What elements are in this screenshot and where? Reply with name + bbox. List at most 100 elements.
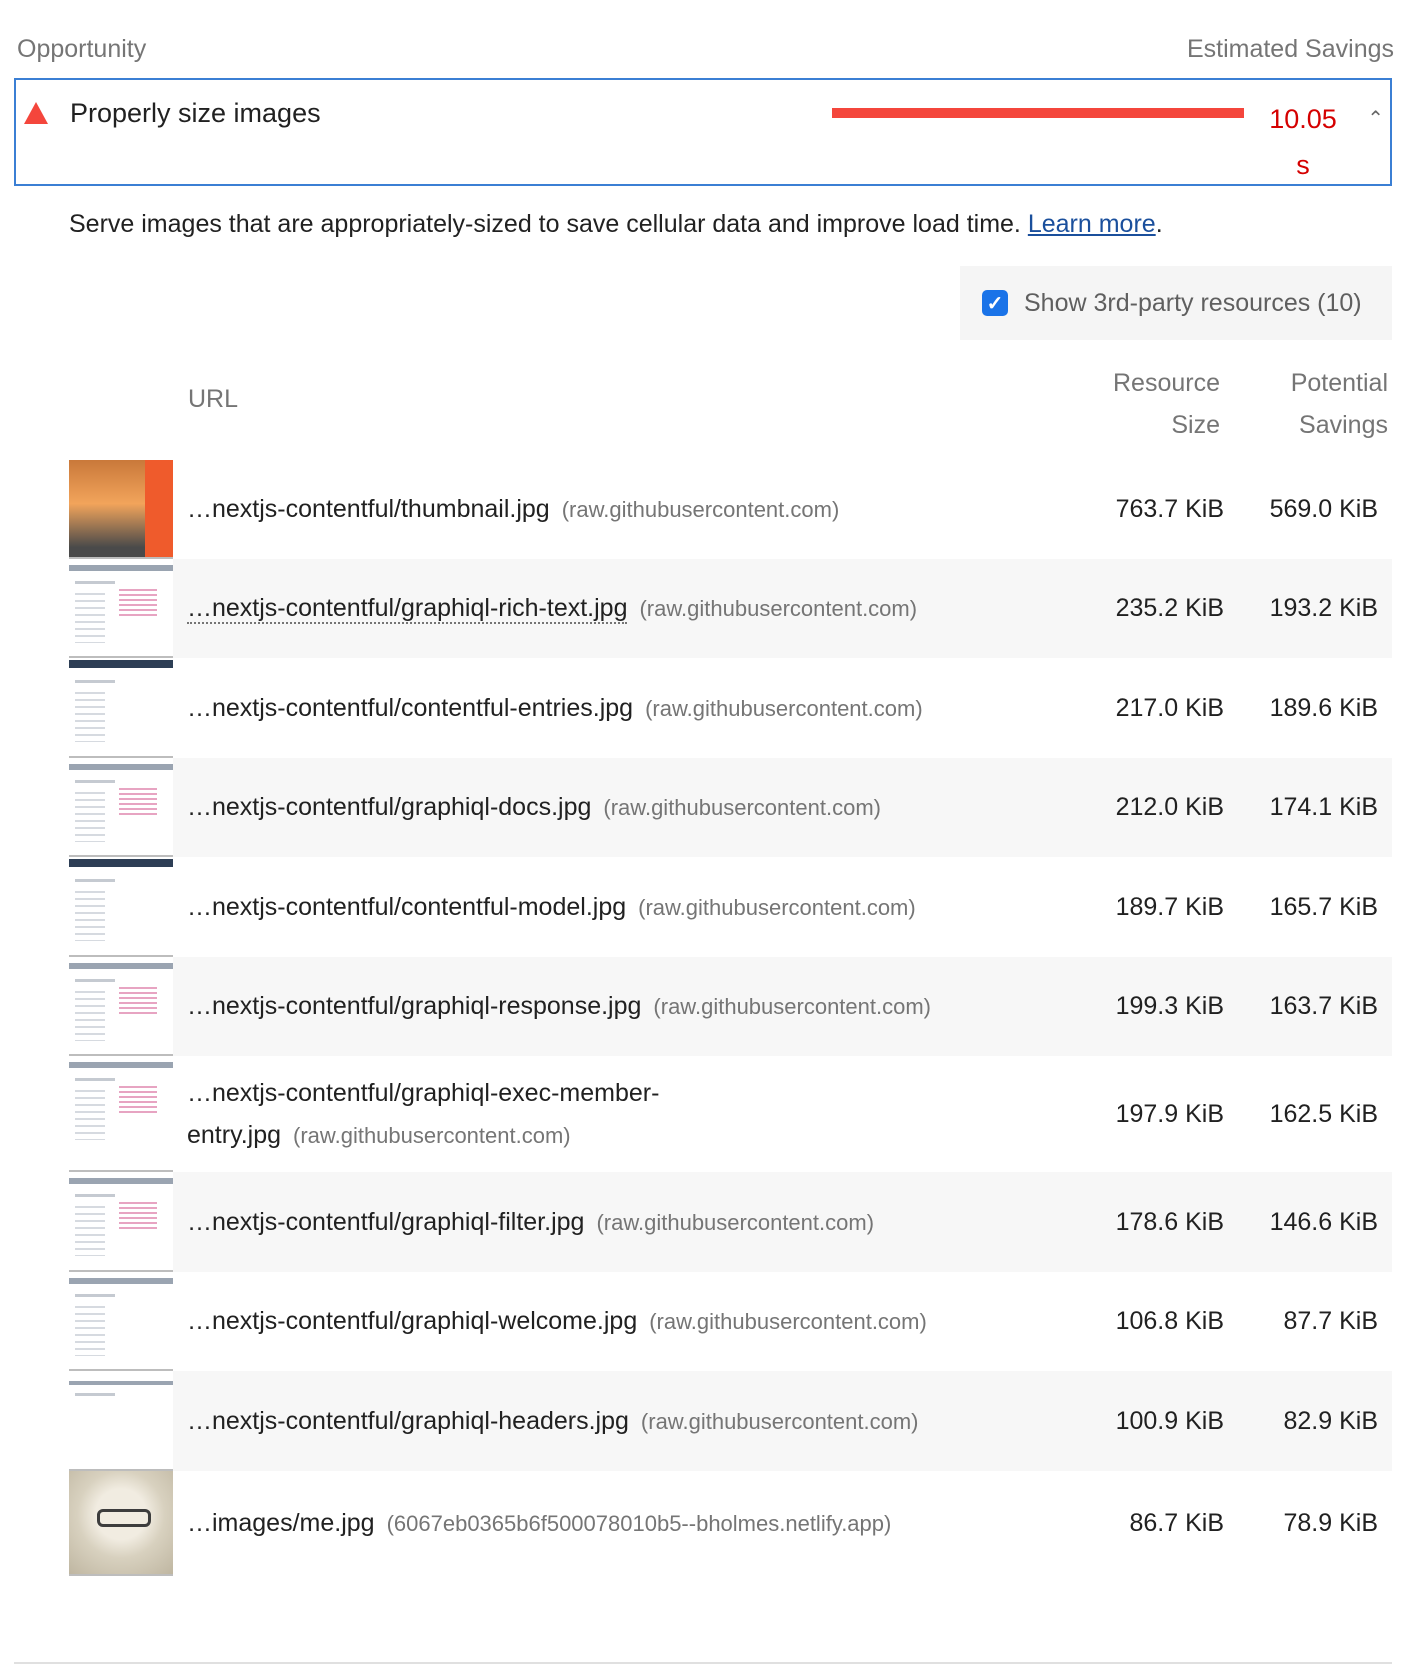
resource-size-cell: 197.9 KiB xyxy=(1115,1099,1224,1128)
resource-size-cell: 178.6 KiB xyxy=(1115,1207,1224,1236)
potential-savings-cell: 78.9 KiB xyxy=(1283,1509,1378,1537)
url-origin: (raw.githubusercontent.com) xyxy=(293,1122,571,1148)
potential-savings-cell: 193.2 KiB xyxy=(1269,594,1378,622)
column-size-line2: Size xyxy=(1171,411,1220,439)
url-origin: (raw.githubusercontent.com) xyxy=(596,1209,875,1235)
estimated-savings-header: Estimated Savings xyxy=(1186,35,1394,63)
thumbnail-image xyxy=(69,1272,173,1371)
description-period: . xyxy=(1155,210,1163,238)
thumbnail-image xyxy=(69,1371,173,1471)
url-cell[interactable]: …nextjs-contentful/contentful-entries.jp… xyxy=(173,687,1064,730)
url-cell[interactable]: …nextjs-contentful/graphiql-rich-text.jp… xyxy=(173,587,1064,630)
potential-savings-cell: 165.7 KiB xyxy=(1269,892,1378,921)
opportunity-header: Opportunity xyxy=(17,35,147,63)
url-origin: (raw.githubusercontent.com) xyxy=(649,1309,927,1334)
url-cell[interactable]: …nextjs-contentful/graphiql-exec-member-… xyxy=(173,1072,719,1157)
thumbnail-image xyxy=(69,658,173,758)
fail-triangle-icon xyxy=(24,102,48,124)
checkbox-checked-icon[interactable]: ✓ xyxy=(982,290,1008,316)
url-path: …nextjs-contentful/graphiql-response.jpg xyxy=(187,992,642,1020)
potential-savings-cell: 162.5 KiB xyxy=(1269,1099,1378,1128)
resource-size-cell: 106.8 KiB xyxy=(1115,1307,1224,1335)
potential-savings-cell: 146.6 KiB xyxy=(1269,1207,1378,1236)
url-cell[interactable]: …nextjs-contentful/graphiql-filter.jpg (r… xyxy=(173,1201,1064,1244)
resource-size-cell: 100.9 KiB xyxy=(1115,1406,1224,1435)
url-path: …nextjs-contentful/graphiql-welcome.jpg xyxy=(187,1307,638,1335)
savings-bar xyxy=(832,108,1244,118)
thumbnail-image xyxy=(69,857,173,957)
divider xyxy=(14,1662,1392,1664)
table-row: …nextjs-contentful/contentful-model.jpg (… xyxy=(69,857,1392,957)
url-path: …nextjs-contentful/contentful-entries.jp… xyxy=(187,693,634,722)
resources-table: …nextjs-contentful/thumbnail.jpg (raw.git… xyxy=(69,460,1392,1576)
potential-savings-cell: 87.7 KiB xyxy=(1283,1307,1378,1335)
column-size-line1: Resource xyxy=(1113,369,1220,397)
table-row: …nextjs-contentful/graphiql-welcome.jpg (… xyxy=(69,1272,1392,1371)
resource-size-cell: 199.3 KiB xyxy=(1115,992,1224,1020)
url-cell[interactable]: …nextjs-contentful/graphiql-response.jpg… xyxy=(173,985,1064,1028)
thumbnail-image xyxy=(69,1056,173,1172)
table-row: …nextjs-contentful/contentful-entries.jp… xyxy=(69,658,1392,758)
thumbnail-image xyxy=(69,1471,173,1576)
third-party-filter[interactable]: ✓ Show 3rd-party resources (10) xyxy=(960,266,1392,340)
url-path: …nextjs-contentful/graphiql-filter.jpg xyxy=(187,1207,585,1236)
url-path: …nextjs-contentful/contentful-model.jpg xyxy=(187,892,627,921)
resource-size-cell: 189.7 KiB xyxy=(1115,892,1224,921)
url-origin: (raw.githubusercontent.com) xyxy=(645,695,923,721)
url-path: …nextjs-contentful/thumbnail.jpg xyxy=(187,495,550,523)
thumbnail-image xyxy=(69,758,173,857)
thumbnail-image xyxy=(69,1172,173,1272)
resource-size-cell: 763.7 KiB xyxy=(1115,495,1224,523)
url-origin: (6067eb0365b6f500078010b5--bholmes.netli… xyxy=(386,1511,892,1536)
url-origin: (raw.githubusercontent.com) xyxy=(603,795,881,820)
url-path: …images/me.jpg xyxy=(187,1509,375,1537)
thumbnail-image xyxy=(69,957,173,1056)
url-origin: (raw.githubusercontent.com) xyxy=(639,596,918,621)
table-row: …nextjs-contentful/graphiql-rich-text.jp… xyxy=(69,559,1392,658)
table-row: …nextjs-contentful/thumbnail.jpg (raw.git… xyxy=(69,460,1392,559)
table-row: …nextjs-contentful/graphiql-headers.jpg (… xyxy=(69,1371,1392,1471)
audit-properly-size-images[interactable]: Properly size images 10.05 s ⌃ xyxy=(14,78,1392,186)
url-origin: (raw.githubusercontent.com) xyxy=(561,497,840,522)
audit-title: Properly size images xyxy=(70,98,321,128)
url-path: …nextjs-contentful/graphiql-docs.jpg xyxy=(187,793,592,821)
url-path: …nextjs-contentful/graphiql-rich-text.jp… xyxy=(187,594,628,624)
potential-savings-cell: 82.9 KiB xyxy=(1283,1406,1378,1435)
savings-value: 10.05 s xyxy=(1256,96,1350,188)
chevron-up-icon[interactable]: ⌃ xyxy=(1367,106,1384,131)
description-text: Serve images that are appropriately-size… xyxy=(69,210,1028,238)
url-cell[interactable]: …nextjs-contentful/graphiql-docs.jpg (raw… xyxy=(173,786,1064,829)
resource-size-cell: 235.2 KiB xyxy=(1115,594,1224,622)
url-cell[interactable]: …nextjs-contentful/thumbnail.jpg (raw.git… xyxy=(173,488,1064,531)
potential-savings-cell: 174.1 KiB xyxy=(1269,793,1378,821)
url-cell[interactable]: …nextjs-contentful/contentful-model.jpg (… xyxy=(173,886,1064,929)
column-url: URL xyxy=(188,385,239,413)
url-cell[interactable]: …nextjs-contentful/graphiql-headers.jpg (… xyxy=(173,1400,1064,1443)
resource-size-cell: 217.0 KiB xyxy=(1115,693,1224,722)
third-party-label: Show 3rd-party resources (10) xyxy=(1024,288,1362,317)
table-row: …nextjs-contentful/graphiql-exec-member-… xyxy=(69,1056,1392,1172)
column-potential-savings: Potential Savings xyxy=(1220,362,1388,446)
table-row: …nextjs-contentful/graphiql-response.jpg… xyxy=(69,957,1392,1056)
resource-size-cell: 86.7 KiB xyxy=(1129,1509,1224,1537)
thumbnail-image xyxy=(69,559,173,658)
url-path: …nextjs-contentful/graphiql-headers.jpg xyxy=(187,1406,629,1435)
table-row: …images/me.jpg (6067eb0365b6f500078010b5-… xyxy=(69,1471,1392,1576)
audit-description: Serve images that are appropriately-size… xyxy=(69,210,1163,239)
savings-unit: s xyxy=(1296,150,1310,180)
learn-more-link[interactable]: Learn more xyxy=(1028,210,1156,238)
column-savings-line2: Savings xyxy=(1299,411,1388,439)
url-cell[interactable]: …images/me.jpg (6067eb0365b6f500078010b5-… xyxy=(173,1502,1064,1545)
column-resource-size: Resource Size xyxy=(1060,362,1220,446)
url-origin: (raw.githubusercontent.com) xyxy=(653,994,931,1019)
url-cell[interactable]: …nextjs-contentful/graphiql-welcome.jpg (… xyxy=(173,1300,1064,1343)
url-origin: (raw.githubusercontent.com) xyxy=(638,894,916,920)
resource-size-cell: 212.0 KiB xyxy=(1115,793,1224,821)
table-row: …nextjs-contentful/graphiql-docs.jpg (raw… xyxy=(69,758,1392,857)
thumbnail-image xyxy=(69,460,173,559)
column-savings-line1: Potential xyxy=(1290,369,1388,397)
potential-savings-cell: 163.7 KiB xyxy=(1269,992,1378,1020)
url-origin: (raw.githubusercontent.com) xyxy=(640,1408,919,1434)
savings-number: 10.05 xyxy=(1269,104,1337,134)
potential-savings-cell: 569.0 KiB xyxy=(1269,495,1378,523)
